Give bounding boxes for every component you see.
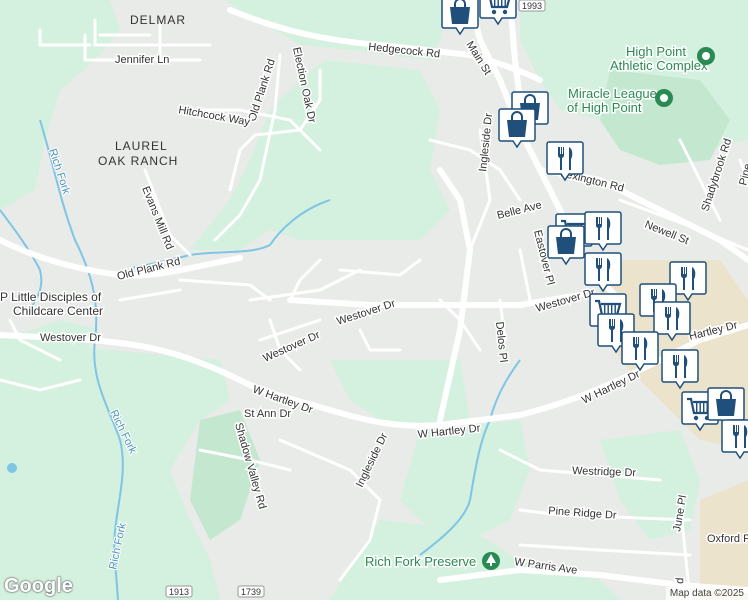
poi-label-high-point: High Point [626,44,686,59]
restaurant-marker[interactable] [661,349,699,390]
restaurant-marker[interactable] [584,252,622,293]
shield-1913: 1913 [165,585,193,598]
park-icon[interactable] [655,89,673,107]
road-label-fd: d [674,577,686,584]
poi-label-miracle-league: Miracle League [568,86,657,101]
poi-label-rich-fork-preserve: Rich Fork Preserve [365,554,476,569]
pond [7,463,17,473]
restaurant-marker[interactable] [721,419,748,460]
svg-text:1993: 1993 [522,1,542,11]
poi-label-of-high-point: of High Point [567,100,642,115]
restaurant-marker[interactable] [621,331,659,372]
svg-text:1913: 1913 [169,587,189,597]
restaurant-marker[interactable] [546,141,584,182]
google-logo: Google [4,575,73,597]
road-label-westover-1: Westover Dr [40,332,101,344]
road-label-st-ann: St Ann Dr [244,408,291,420]
shopping-bag-marker[interactable] [498,108,536,149]
restaurant-marker[interactable] [653,301,691,342]
park-icon[interactable] [697,47,715,65]
restaurant-marker[interactable] [584,211,622,252]
poi-label-athletic-complex: Athletic Complex [610,58,708,73]
area-label-delmar: DELMAR [130,13,186,27]
shopping-bag-marker[interactable] [547,225,585,266]
tree-icon[interactable] [482,552,500,570]
road-label-oxford: Oxford Pl [707,533,748,545]
shield-1993: 1993 [518,0,546,12]
map-copyright: Map data ©2025 [665,587,748,600]
svg-text:1739: 1739 [241,587,261,597]
area-label-laurel: LAUREL [115,139,168,153]
road-label-westridge: Westridge Dr [572,465,637,479]
shield-1739: 1739 [237,585,265,598]
poi-label-little-disciples: P Little Disciples of [0,290,102,304]
road-label-jennifer: Jennifer Ln [115,54,169,66]
area-label-oak-ranch: OAK RANCH [98,154,178,168]
poi-label-childcare-center: Childcare Center [13,304,103,318]
map-canvas[interactable]: DELMAR LAUREL OAK RANCH Hedgecock Rd Mai… [0,0,748,600]
